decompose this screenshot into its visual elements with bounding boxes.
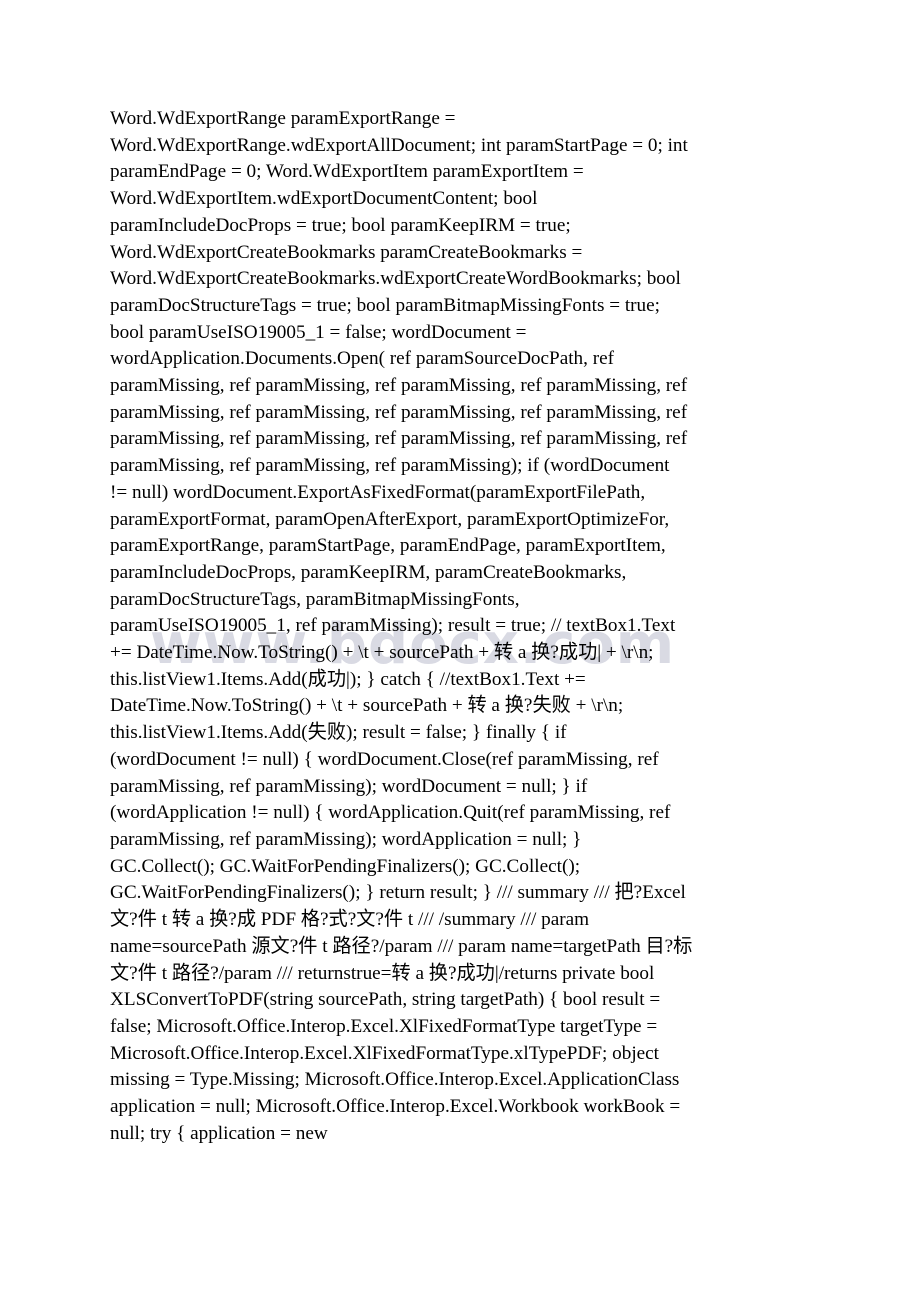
body-line: (wordDocument != null) { wordDocument.Cl… [110,748,659,770]
body-line: paramMissing, ref paramMissing); wordApp… [110,828,582,850]
body-line: paramMissing, ref paramMissing, ref para… [110,375,688,397]
body-line: null; try { application = new [110,1122,328,1144]
body-line: wordApplication.Documents.Open( ref para… [110,348,615,370]
body-line: GC.WaitForPendingFinalizers(); } return … [110,882,686,904]
body-line: 文?件 t 路径?/param /// returnstrue=转 a 换?成功… [110,962,655,984]
body-line: false; Microsoft.Office.Interop.Excel.Xl… [110,1015,658,1037]
body-line: paramMissing, ref paramMissing, ref para… [110,428,688,450]
document-body-text: Word.WdExportRange paramExportRange = Wo… [110,106,812,1147]
body-line: Word.WdExportCreateBookmarks.wdExportCre… [110,268,681,290]
body-line: 文?件 t 转 a 换?成 PDF 格?式?文?件 t /// /summary… [110,909,590,931]
body-line: != null) wordDocument.ExportAsFixedForma… [110,481,646,503]
body-line: missing = Type.Missing; Microsoft.Office… [110,1069,680,1091]
body-line: this.listView1.Items.Add(成功|); } catch {… [110,668,586,690]
body-line: paramIncludeDocProps, paramKeepIRM, para… [110,561,627,583]
body-line: paramEndPage = 0; Word.WdExportItem para… [110,161,584,183]
document-page: www.bdocx.com Word.WdExportRange paramEx… [0,0,920,1302]
body-line: paramMissing, ref paramMissing, ref para… [110,401,688,423]
body-line: DateTime.Now.ToString() + \t + sourcePat… [110,695,624,717]
body-line: paramMissing, ref paramMissing, ref para… [110,455,670,477]
body-line: (wordApplication != null) { wordApplicat… [110,802,671,824]
body-line: Word.WdExportRange paramExportRange = [110,108,456,129]
body-line: paramDocStructureTags, paramBitmapMissin… [110,588,520,610]
body-line: Word.WdExportRange.wdExportAllDocument; … [110,134,688,156]
body-line: paramUseISO19005_1, ref paramMissing); r… [110,615,676,637]
body-line: Microsoft.Office.Interop.Excel.XlFixedFo… [110,1042,660,1064]
body-line: this.listView1.Items.Add(失败); result = f… [110,722,567,744]
body-line: paramMissing, ref paramMissing); wordDoc… [110,775,588,797]
body-line: paramDocStructureTags = true; bool param… [110,294,660,316]
body-line: GC.Collect(); GC.WaitForPendingFinalizer… [110,855,581,877]
body-line: bool paramUseISO19005_1 = false; wordDoc… [110,321,527,343]
body-line: Word.WdExportCreateBookmarks paramCreate… [110,241,583,263]
body-line: += DateTime.Now.ToString() + \t + source… [110,642,654,664]
body-line: application = null; Microsoft.Office.Int… [110,1096,681,1118]
body-line: XLSConvertToPDF(string sourcePath, strin… [110,989,661,1011]
body-line: Word.WdExportItem.wdExportDocumentConten… [110,188,538,210]
body-line: paramExportFormat, paramOpenAfterExport,… [110,508,670,530]
body-line: paramExportRange, paramStartPage, paramE… [110,535,666,557]
body-line: name=sourcePath 源文?件 t 路径?/param /// par… [110,935,693,957]
body-line: paramIncludeDocProps = true; bool paramK… [110,214,571,236]
